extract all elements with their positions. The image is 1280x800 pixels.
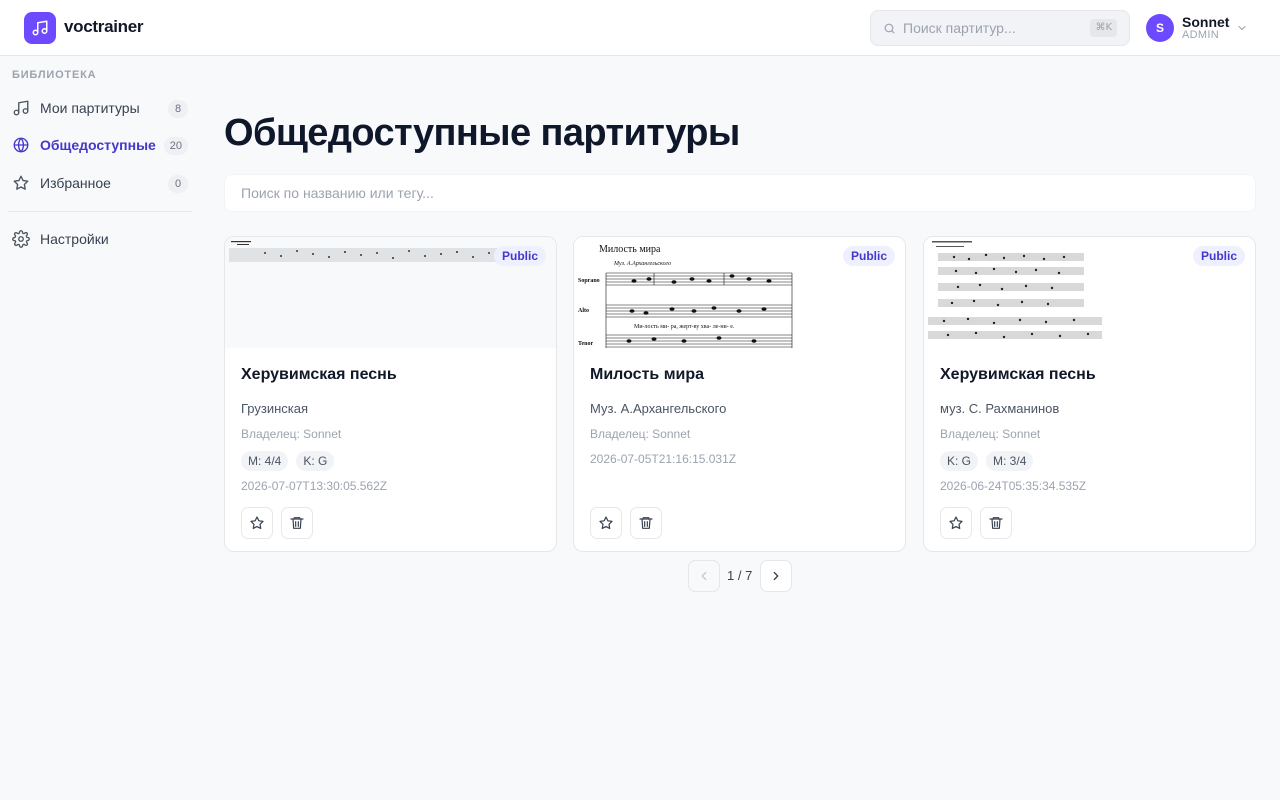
score-owner: Владелец: Sonnet bbox=[241, 427, 342, 441]
music-note-icon bbox=[32, 20, 48, 36]
star-icon bbox=[13, 175, 29, 190]
header-search-input[interactable]: Поиск партитур... ⌘K bbox=[870, 10, 1130, 46]
score-date: 2026-07-05T21:16:15.031Z bbox=[590, 452, 737, 466]
music-note-icon bbox=[13, 100, 29, 116]
score-title[interactable]: Херувимская песнь bbox=[241, 366, 397, 384]
score-tag: M: 4/4 bbox=[241, 451, 289, 471]
sidebar-divider bbox=[8, 211, 192, 212]
top-header: voctrainer Поиск партитур... ⌘K S Sonnet… bbox=[0, 0, 1280, 56]
score-date: 2026-06-24T05:35:34.535Z bbox=[940, 479, 1087, 493]
score-title[interactable]: Херувимская песнь bbox=[940, 366, 1096, 384]
visibility-badge: Public bbox=[493, 246, 546, 266]
score-composer: Муз. А.Архангельского bbox=[590, 401, 727, 416]
next-page-button[interactable] bbox=[760, 560, 792, 592]
gear-icon bbox=[12, 230, 30, 248]
sheet-lyrics: Ми-лость ми- ра, жерт-ву хва- ле-ни- е. bbox=[634, 324, 735, 330]
sheet-subheading: Муз. А.Архангельского bbox=[613, 261, 671, 267]
delete-button[interactable] bbox=[980, 507, 1012, 539]
score-tag: K: G bbox=[940, 451, 979, 471]
voice-label: Alto bbox=[578, 308, 589, 314]
app-logo[interactable] bbox=[24, 12, 56, 44]
star-icon bbox=[599, 516, 613, 530]
user-name[interactable]: Sonnet bbox=[1182, 14, 1229, 30]
score-card[interactable]: Милость мира Муз. А.Архангельского Sopra… bbox=[573, 236, 906, 552]
sidebar-item-label: Мои партитуры bbox=[40, 100, 140, 116]
search-icon bbox=[884, 23, 895, 34]
sidebar-item-label: Общедоступные bbox=[40, 137, 156, 153]
header-search-placeholder: Поиск партитур... bbox=[903, 20, 1016, 36]
trash-icon bbox=[639, 517, 653, 529]
globe-icon bbox=[13, 137, 29, 153]
score-composer: муз. С. Рахманинов bbox=[940, 401, 1060, 416]
chevron-right-icon bbox=[773, 571, 779, 581]
favorite-button[interactable] bbox=[940, 507, 972, 539]
sidebar-section-title: БИБЛИОТЕКА bbox=[12, 69, 97, 81]
score-tags: K: G M: 3/4 bbox=[940, 451, 1034, 471]
prev-page-button[interactable] bbox=[688, 560, 720, 592]
sidebar-item-count: 20 bbox=[163, 137, 188, 155]
chevron-down-icon[interactable] bbox=[1236, 22, 1248, 34]
trash-icon bbox=[989, 517, 1003, 529]
score-owner: Владелец: Sonnet bbox=[590, 427, 691, 441]
voice-label: Tenor bbox=[578, 341, 593, 347]
delete-button[interactable] bbox=[630, 507, 662, 539]
sidebar-item-label: Настройки bbox=[40, 231, 109, 247]
score-title[interactable]: Милость мира bbox=[590, 366, 704, 384]
score-composer: Грузинская bbox=[241, 401, 309, 416]
search-shortcut-hint: ⌘K bbox=[1090, 19, 1117, 37]
user-role: ADMIN bbox=[1182, 29, 1219, 41]
score-date: 2026-07-07T13:30:05.562Z bbox=[241, 479, 388, 493]
score-card[interactable]: Public Херувимская песнь муз. С. Рахмани… bbox=[923, 236, 1256, 552]
chevron-left-icon bbox=[701, 571, 707, 581]
score-tag: M: 3/4 bbox=[986, 451, 1034, 471]
sidebar-item-favorites[interactable]: Избранное 0 bbox=[8, 166, 192, 200]
score-thumbnail: Public bbox=[924, 237, 1255, 348]
voice-label: Soprano bbox=[578, 278, 600, 284]
trash-icon bbox=[290, 517, 304, 529]
score-thumbnail: Милость мира Муз. А.Архангельского Sopra… bbox=[574, 237, 905, 348]
star-icon bbox=[949, 516, 963, 530]
visibility-badge: Public bbox=[842, 246, 895, 266]
sidebar-item-label: Избранное bbox=[40, 175, 111, 191]
page-title: Общедоступные партитуры bbox=[224, 112, 740, 154]
app-name[interactable]: voctrainer bbox=[64, 17, 144, 37]
score-thumbnail: Public bbox=[225, 237, 556, 348]
sidebar-item-count: 0 bbox=[168, 175, 188, 193]
sidebar-item-public[interactable]: Общедоступные 20 bbox=[8, 128, 192, 162]
score-owner: Владелец: Sonnet bbox=[940, 427, 1041, 441]
user-avatar[interactable]: S bbox=[1146, 14, 1174, 42]
visibility-badge: Public bbox=[1192, 246, 1245, 266]
score-tag: K: G bbox=[296, 451, 335, 471]
sheet-heading: Милость мира bbox=[599, 244, 661, 255]
star-icon bbox=[250, 516, 264, 530]
favorite-button[interactable] bbox=[241, 507, 273, 539]
sidebar-item-count: 8 bbox=[168, 100, 188, 118]
sidebar-item-settings[interactable]: Настройки bbox=[8, 222, 192, 256]
sidebar-item-my-scores[interactable]: Мои партитуры 8 bbox=[8, 91, 192, 125]
favorite-button[interactable] bbox=[590, 507, 622, 539]
delete-button[interactable] bbox=[281, 507, 313, 539]
page-indicator: 1 / 7 bbox=[727, 568, 753, 583]
score-tags: M: 4/4 K: G bbox=[241, 451, 335, 471]
score-card[interactable]: Public Херувимская песнь Грузинская Влад… bbox=[224, 236, 557, 552]
score-search-input[interactable]: Поиск по названию или тегу... bbox=[224, 174, 1256, 212]
score-search-placeholder: Поиск по названию или тегу... bbox=[241, 185, 434, 201]
